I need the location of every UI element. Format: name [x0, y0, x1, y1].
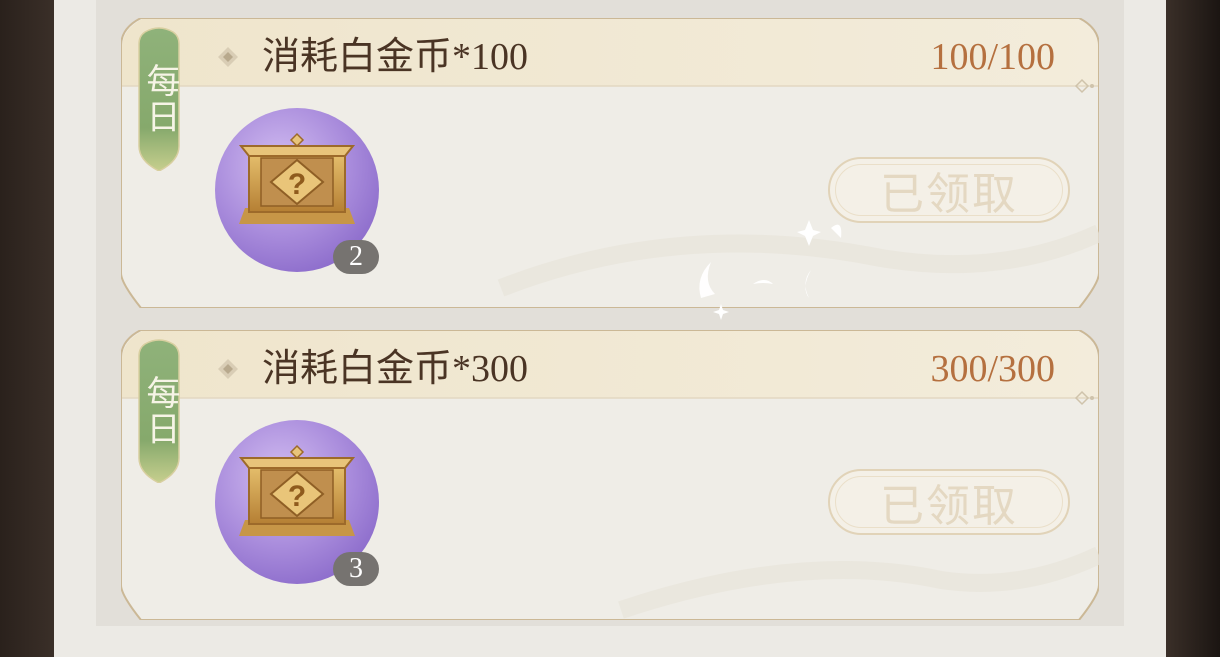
- task-title: 消耗白金币*300: [262, 348, 529, 390]
- mystery-chest-icon: ?: [238, 444, 356, 536]
- task-card: 每日 消耗白金币*100 100/100 ? 2 已领取: [121, 18, 1099, 320]
- diamond-bullet-icon: [218, 47, 238, 67]
- reward-count-badge: 3: [333, 552, 379, 586]
- task-card: 每日 消耗白金币*300 300/300 ? 3 已领取: [121, 330, 1099, 620]
- daily-tag-label: 每日: [141, 62, 178, 135]
- diamond-bullet-icon: [218, 359, 238, 379]
- reward-count-badge: 2: [333, 240, 379, 274]
- left-backdrop: [0, 0, 54, 657]
- task-title: 消耗白金币*100: [262, 36, 529, 78]
- sparkle-effect-icon: [699, 220, 842, 320]
- task-progress: 300/300: [930, 348, 1055, 390]
- claimed-button[interactable]: 已领取: [828, 157, 1070, 223]
- daily-tag-label: 每日: [141, 374, 178, 447]
- claimed-button[interactable]: 已领取: [828, 469, 1070, 535]
- claimed-button-label: 已领取: [880, 170, 1018, 219]
- task-progress: 100/100: [930, 36, 1055, 78]
- svg-text:?: ?: [288, 480, 306, 513]
- mystery-chest-icon: ?: [238, 132, 356, 224]
- daily-tag: 每日: [135, 338, 183, 483]
- claimed-button-label: 已领取: [880, 482, 1018, 531]
- svg-text:?: ?: [288, 168, 306, 201]
- right-backdrop: [1166, 0, 1220, 657]
- daily-tag: 每日: [135, 26, 183, 171]
